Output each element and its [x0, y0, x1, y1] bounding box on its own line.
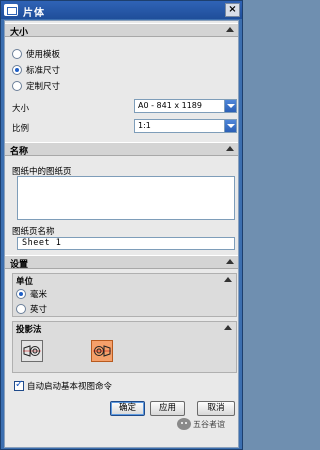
radio-label: 标准尺寸	[26, 66, 61, 76]
radio-label: 使用模板	[26, 50, 61, 60]
units-group-title: 单位	[16, 277, 34, 287]
radio-label: 毫米	[30, 290, 48, 300]
first-angle-projection-icon	[23, 345, 41, 357]
name-section-header[interactable]: 名称	[5, 142, 238, 157]
checkbox-label: 自动启动基本视图命令	[27, 382, 113, 392]
projection-group: 投影法	[12, 321, 237, 373]
radio-button[interactable]	[12, 81, 22, 91]
page-name-label: 图纸页名称	[12, 227, 55, 237]
app-icon	[4, 4, 18, 16]
radio-standard-size[interactable]: 标准尺寸	[12, 64, 60, 76]
first-angle-projection-button[interactable]	[21, 340, 43, 362]
scale-dropdown[interactable]: 1:1	[134, 119, 237, 133]
settings-section-title: 设置	[10, 260, 29, 270]
size-section-title: 大小	[10, 28, 29, 38]
title-bar[interactable]: 片体 ×	[1, 1, 242, 19]
watermark-text: 五谷者谊	[193, 419, 225, 429]
apply-button-label: 应用	[158, 403, 176, 413]
projection-group-header[interactable]: 投影法	[13, 322, 236, 335]
projection-group-title: 投影法	[16, 325, 42, 335]
close-button[interactable]: ×	[225, 3, 240, 17]
watermark: 五谷者谊	[177, 418, 225, 430]
collapse-arrow-icon[interactable]	[226, 146, 234, 152]
radio-button[interactable]	[16, 289, 26, 299]
collapse-arrow-icon[interactable]	[224, 277, 232, 283]
collapse-arrow-icon[interactable]	[226, 259, 234, 265]
drawing-pages-list[interactable]	[17, 176, 235, 220]
name-section-title: 名称	[10, 147, 29, 157]
checkbox[interactable]	[14, 379, 24, 391]
collapse-arrow-icon[interactable]	[224, 325, 232, 331]
wechat-icon	[177, 418, 191, 430]
radio-inches[interactable]: 英寸	[16, 303, 47, 315]
units-group: 单位 毫米 英寸	[12, 273, 237, 317]
size-dropdown-value: A0 - 841 x 1189	[138, 101, 202, 110]
scale-label: 比例	[12, 124, 30, 134]
auto-start-base-view-checkbox[interactable]: 自动启动基本视图命令	[14, 379, 113, 392]
third-angle-projection-icon	[93, 345, 111, 357]
ok-button-label: 确定	[118, 403, 136, 413]
radio-button[interactable]	[12, 65, 22, 75]
cancel-button[interactable]: 取消	[197, 401, 235, 416]
sheet-dialog: 片体 × 大小 使用模板 标准尺寸 定制尺寸 大小 A0 - 841 x 118…	[0, 0, 243, 450]
radio-use-template[interactable]: 使用模板	[12, 48, 60, 60]
radio-button[interactable]	[12, 49, 22, 59]
dropdown-arrow-icon[interactable]	[224, 120, 236, 132]
units-group-header[interactable]: 单位	[13, 274, 236, 287]
size-dropdown[interactable]: A0 - 841 x 1189	[134, 99, 237, 113]
collapse-arrow-icon[interactable]	[226, 27, 234, 33]
third-angle-projection-button[interactable]	[91, 340, 113, 362]
radio-millimeters[interactable]: 毫米	[16, 288, 47, 300]
radio-custom-size[interactable]: 定制尺寸	[12, 80, 60, 92]
cancel-button-label: 取消	[207, 403, 225, 413]
dropdown-arrow-icon[interactable]	[224, 100, 236, 112]
dialog-body: 大小 使用模板 标准尺寸 定制尺寸 大小 A0 - 841 x 1189 比例 …	[4, 20, 239, 448]
radio-label: 定制尺寸	[26, 82, 61, 92]
settings-section-header[interactable]: 设置	[5, 255, 238, 270]
size-label: 大小	[12, 104, 30, 114]
page-name-input[interactable]: Sheet 1	[17, 237, 235, 250]
scale-dropdown-value: 1:1	[138, 121, 151, 130]
window-title: 片体	[23, 8, 45, 19]
apply-button[interactable]: 应用	[150, 401, 185, 416]
radio-label: 英寸	[30, 305, 48, 315]
size-section-header[interactable]: 大小	[5, 23, 238, 38]
page-name-value: Sheet 1	[22, 238, 62, 248]
radio-button[interactable]	[16, 304, 26, 314]
ok-button[interactable]: 确定	[110, 401, 145, 416]
